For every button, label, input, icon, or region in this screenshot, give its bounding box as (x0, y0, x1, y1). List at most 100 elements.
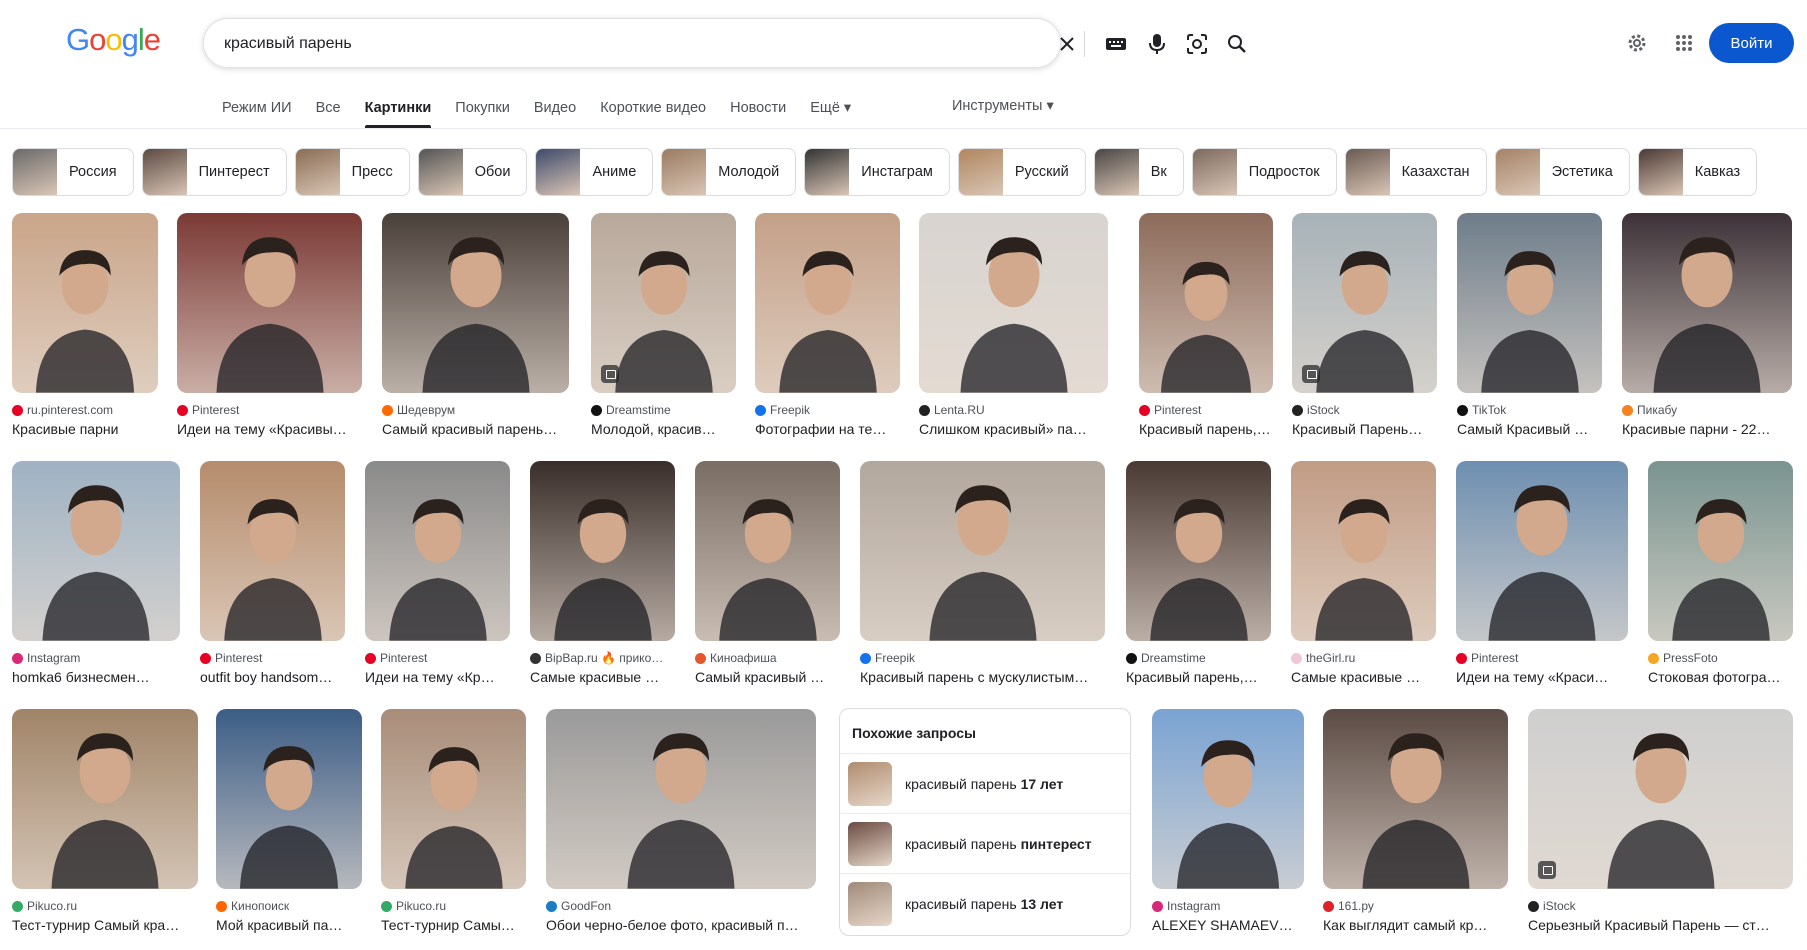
image-result[interactable]: Freepik Красивый парень с мускулистым… (860, 461, 1105, 685)
result-source[interactable]: iStock (1528, 899, 1793, 913)
tab-7[interactable]: Ещё ▾ (810, 98, 851, 128)
result-title[interactable]: Красивый парень,… (1139, 421, 1273, 437)
image-result[interactable]: Dreamstime Молодой, красив… (591, 213, 736, 437)
related-search-item[interactable]: красивый парень 17 лет (840, 754, 1130, 814)
chip-8[interactable]: Вк (1093, 148, 1184, 196)
chip-2[interactable]: Пресс (294, 148, 410, 196)
result-source[interactable]: Pinterest (1139, 403, 1273, 417)
chip-1[interactable]: Пинтерест (141, 148, 287, 196)
keyboard-icon[interactable] (1105, 33, 1127, 55)
image-result[interactable]: iStock Серьезный Красивый Парень — ст… (1528, 709, 1793, 933)
result-source[interactable]: Киноафиша (695, 651, 840, 665)
related-search-item[interactable]: красивый парень 13 лет (840, 874, 1130, 934)
result-source[interactable]: Pikuco.ru (381, 899, 526, 913)
result-source[interactable]: Freepik (860, 651, 1105, 665)
chip-3[interactable]: Обои (417, 148, 528, 196)
result-thumbnail[interactable] (12, 461, 180, 641)
result-source[interactable]: Lenta.RU (919, 403, 1108, 417)
image-result[interactable]: 161.ру Как выглядит самый кр… (1323, 709, 1508, 933)
result-thumbnail[interactable] (12, 213, 158, 393)
result-thumbnail[interactable] (1291, 461, 1436, 641)
related-search-item[interactable]: красивый парень пинтерест (840, 814, 1130, 874)
result-source[interactable]: PressFoto (1648, 651, 1793, 665)
result-source[interactable]: 161.ру (1323, 899, 1508, 913)
image-result[interactable]: theGirl.ru Самые красивые … (1291, 461, 1436, 685)
apps-grid-icon[interactable] (1671, 30, 1697, 56)
result-title[interactable]: ALEXEY SHAMAEV… (1152, 917, 1304, 933)
clear-icon[interactable] (1056, 33, 1078, 55)
tab-5[interactable]: Короткие видео (600, 98, 706, 128)
chip-6[interactable]: Инстаграм (804, 148, 950, 196)
image-result[interactable]: Кинопоиск Мой красивый па… (216, 709, 362, 933)
settings-icon[interactable] (1624, 30, 1650, 56)
chip-7[interactable]: Русский (957, 148, 1086, 196)
image-result[interactable]: Dreamstime Красивый парень,… (1126, 461, 1271, 685)
result-title[interactable]: Самый красивый … (695, 669, 840, 685)
result-title[interactable]: Идеи на тему «Краси… (1456, 669, 1628, 685)
result-source[interactable]: Instagram (1152, 899, 1304, 913)
search-input[interactable]: красивый парень (224, 35, 352, 53)
result-source[interactable]: BipBap.ru 🔥 прико… (530, 651, 675, 665)
result-title[interactable]: Мой красивый па… (216, 917, 362, 933)
result-thumbnail[interactable] (1323, 709, 1508, 889)
result-thumbnail[interactable] (1457, 213, 1602, 393)
result-title[interactable]: Фотографии на те… (755, 421, 900, 437)
tab-4[interactable]: Видео (534, 98, 576, 128)
result-thumbnail[interactable] (382, 213, 569, 393)
result-source[interactable]: Pinterest (365, 651, 510, 665)
image-result[interactable]: PressFoto Стоковая фотогра… (1648, 461, 1793, 685)
chip-4[interactable]: Аниме (535, 148, 654, 196)
result-title[interactable]: Идеи на тему «Кр… (365, 669, 510, 685)
tools-menu[interactable]: Инструменты ▾ (952, 98, 1054, 114)
result-thumbnail[interactable] (591, 213, 736, 393)
tab-0[interactable]: Режим ИИ (222, 98, 292, 128)
result-title[interactable]: Красивые парни - 22… (1622, 421, 1792, 437)
result-source[interactable]: GoodFon (546, 899, 816, 913)
result-source[interactable]: Шедеврум (382, 403, 569, 417)
result-title[interactable]: Стоковая фотогра… (1648, 669, 1793, 685)
result-title[interactable]: Идеи на тему «Красивы… (177, 421, 362, 437)
tab-3[interactable]: Покупки (455, 98, 510, 128)
result-source[interactable]: Пикабу (1622, 403, 1792, 417)
result-source[interactable]: iStock (1292, 403, 1437, 417)
result-title[interactable]: Как выглядит самый кр… (1323, 917, 1508, 933)
result-source[interactable]: Pinterest (200, 651, 345, 665)
search-box[interactable]: красивый парень (203, 18, 1246, 68)
result-thumbnail[interactable] (177, 213, 362, 393)
result-source[interactable]: theGirl.ru (1291, 651, 1436, 665)
image-result[interactable]: iStock Красивый Парень… (1292, 213, 1437, 437)
result-title[interactable]: Тест-турнир Самы… (381, 917, 526, 933)
image-result[interactable]: Пикабу Красивые парни - 22… (1622, 213, 1792, 437)
image-result[interactable]: Pinterest Идеи на тему «Кр… (365, 461, 510, 685)
chip-5[interactable]: Молодой (661, 148, 797, 196)
image-result[interactable]: Freepik Фотографии на те… (755, 213, 900, 437)
result-thumbnail[interactable] (216, 709, 362, 889)
image-result[interactable]: Pinterest Красивый парень,… (1139, 213, 1273, 437)
image-result[interactable]: Pinterest outfit boy handsom… (200, 461, 345, 685)
image-result[interactable]: Киноафиша Самый красивый … (695, 461, 840, 685)
result-source[interactable]: Dreamstime (591, 403, 736, 417)
result-title[interactable]: Самые красивые … (1291, 669, 1436, 685)
result-thumbnail[interactable] (1139, 213, 1273, 393)
tab-2[interactable]: Картинки (364, 98, 431, 128)
login-button[interactable]: Войти (1709, 23, 1794, 63)
chip-9[interactable]: Подросток (1191, 148, 1337, 196)
result-title[interactable]: Самый Красивый … (1457, 421, 1602, 437)
result-title[interactable]: Красивые парни (12, 421, 158, 437)
result-thumbnail[interactable] (1622, 213, 1792, 393)
result-thumbnail[interactable] (1292, 213, 1437, 393)
image-result[interactable]: Pinterest Идеи на тему «Краси… (1456, 461, 1628, 685)
chip-0[interactable]: Россия (12, 148, 134, 196)
tab-1[interactable]: Все (316, 98, 341, 128)
result-thumbnail[interactable] (1152, 709, 1304, 889)
result-title[interactable]: Красивый парень,… (1126, 669, 1271, 685)
result-source[interactable]: Freepik (755, 403, 900, 417)
image-result[interactable]: ru.pinterest.com Красивые парни (12, 213, 158, 437)
result-title[interactable]: outfit boy handsom… (200, 669, 345, 685)
result-source[interactable]: TikTok (1457, 403, 1602, 417)
result-thumbnail[interactable] (546, 709, 816, 889)
result-thumbnail[interactable] (1456, 461, 1628, 641)
image-result[interactable]: Pikuco.ru Тест-турнир Самый кра… (12, 709, 198, 933)
result-title[interactable]: Обои черно-белое фото, красивый п… (546, 917, 816, 933)
image-result[interactable]: GoodFon Обои черно-белое фото, красивый п… (546, 709, 816, 933)
